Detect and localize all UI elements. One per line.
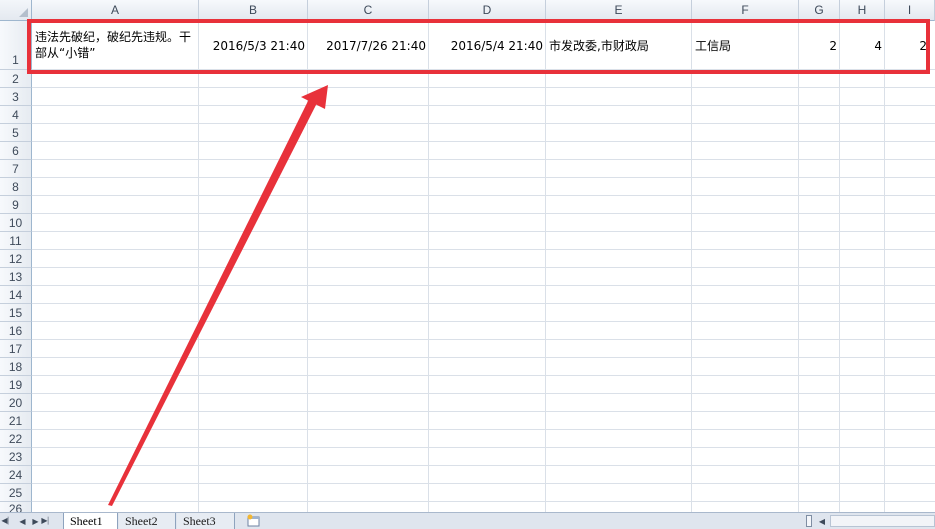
row-header-2[interactable]: 2 (0, 70, 32, 88)
row-header-26[interactable]: 26 (0, 502, 32, 512)
row-header-11[interactable]: 11 (0, 232, 32, 250)
horizontal-scrollbar[interactable] (830, 515, 935, 527)
row-header-1[interactable]: 1 (0, 21, 32, 70)
sheet-tab-sheet2[interactable]: Sheet2 (119, 513, 176, 529)
next-sheet-icon[interactable]: ▶ (30, 515, 41, 527)
insert-sheet-icon[interactable] (246, 514, 262, 528)
row-header-4[interactable]: 4 (0, 106, 32, 124)
column-header-d[interactable]: D (429, 0, 546, 21)
row-header-21[interactable]: 21 (0, 412, 32, 430)
row-header-14[interactable]: 14 (0, 286, 32, 304)
column-header-e[interactable]: E (546, 0, 692, 21)
row-header-23[interactable]: 23 (0, 448, 32, 466)
row-header-8[interactable]: 8 (0, 178, 32, 196)
column-header-g[interactable]: G (799, 0, 840, 21)
row-header-18[interactable]: 18 (0, 358, 32, 376)
cell-area[interactable] (32, 21, 935, 512)
tab-split-handle[interactable] (806, 515, 812, 527)
scroll-left-icon[interactable]: ◀ (816, 514, 828, 528)
prev-sheet-icon[interactable]: ◀ (17, 515, 28, 527)
row-header-15[interactable]: 15 (0, 304, 32, 322)
cell-d1[interactable]: 2016/5/4 21:40 (429, 21, 546, 70)
row-header-13[interactable]: 13 (0, 268, 32, 286)
cell-g1[interactable]: 2 (799, 21, 840, 70)
row-header-7[interactable]: 7 (0, 160, 32, 178)
column-header-a[interactable]: A (32, 0, 199, 21)
row-header-5[interactable]: 5 (0, 124, 32, 142)
row-header-20[interactable]: 20 (0, 394, 32, 412)
row-header-9[interactable]: 9 (0, 196, 32, 214)
sheet-tab-bar: ◀⎸ ◀ ▶ ▶⎸ Sheet1 Sheet2 Sheet3 ◀ (0, 512, 935, 529)
column-header-b[interactable]: B (199, 0, 308, 21)
column-header-h[interactable]: H (840, 0, 885, 21)
sheet-tab-sheet1[interactable]: Sheet1 (63, 513, 118, 529)
column-header-i[interactable]: I (885, 0, 935, 21)
row-header-22[interactable]: 22 (0, 430, 32, 448)
row-header-3[interactable]: 3 (0, 88, 32, 106)
last-sheet-icon[interactable]: ▶⎸ (41, 515, 55, 527)
row-header-6[interactable]: 6 (0, 142, 32, 160)
row-header-25[interactable]: 25 (0, 484, 32, 502)
cell-i1[interactable]: 2 (885, 21, 930, 70)
first-sheet-icon[interactable]: ◀⎸ (1, 515, 15, 527)
cell-f1[interactable]: 工信局 (692, 21, 799, 70)
cell-a1[interactable]: 违法先破纪，破纪先违规。干部从“小错” (32, 24, 199, 70)
column-header-c[interactable]: C (308, 0, 429, 21)
row-header-10[interactable]: 10 (0, 214, 32, 232)
sheet-tab-sheet3[interactable]: Sheet3 (177, 513, 235, 529)
column-header-f[interactable]: F (692, 0, 799, 21)
select-all-corner[interactable] (0, 0, 32, 21)
cell-c1[interactable]: 2017/7/26 21:40 (308, 21, 429, 70)
row-header-24[interactable]: 24 (0, 466, 32, 484)
row-header-12[interactable]: 12 (0, 250, 32, 268)
cell-e1[interactable]: 市发改委,市财政局 (546, 21, 692, 70)
cell-b1[interactable]: 2016/5/3 21:40 (199, 21, 308, 70)
spreadsheet-grid: A B C D E F G H I 1 2 3 4 5 6 7 8 9 10 1… (0, 0, 935, 512)
row-header-16[interactable]: 16 (0, 322, 32, 340)
row-header-19[interactable]: 19 (0, 376, 32, 394)
cell-h1[interactable]: 4 (840, 21, 885, 70)
row-header-17[interactable]: 17 (0, 340, 32, 358)
